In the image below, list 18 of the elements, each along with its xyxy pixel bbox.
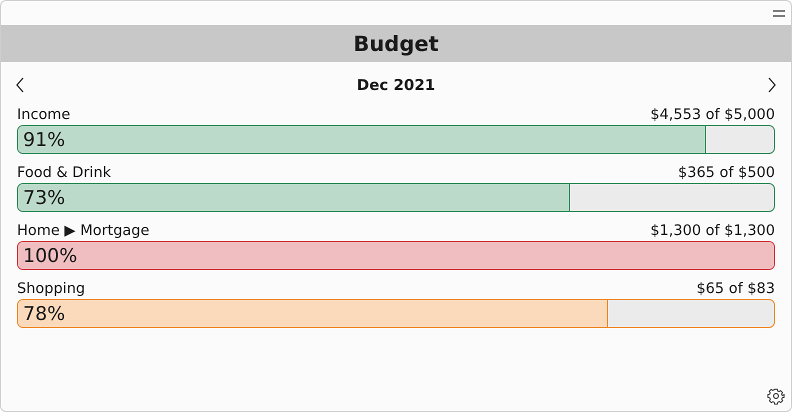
percent-label: 73% bbox=[23, 186, 66, 210]
amount-label: $4,553 of $5,000 bbox=[650, 106, 775, 125]
period-label: Dec 2021 bbox=[356, 76, 436, 94]
percent-label: 91% bbox=[23, 128, 66, 152]
category-label: Shopping bbox=[17, 280, 86, 299]
window-title: Budget bbox=[353, 32, 439, 56]
category-label: Income bbox=[17, 106, 70, 125]
previous-icon[interactable] bbox=[15, 77, 25, 93]
amount-label: $1,300 of $1,300 bbox=[650, 222, 775, 241]
percent-label: 78% bbox=[23, 302, 66, 326]
category-label: Food & Drink bbox=[17, 164, 112, 183]
percent-label: 100% bbox=[23, 244, 78, 268]
category-label: Home ▶ Mortgage bbox=[17, 222, 150, 241]
settings-icon[interactable] bbox=[767, 387, 785, 405]
next-icon[interactable] bbox=[767, 77, 777, 93]
amount-label: $65 of $83 bbox=[696, 280, 775, 299]
menu-icon[interactable] bbox=[773, 10, 785, 16]
amount-label: $365 of $500 bbox=[678, 164, 775, 183]
